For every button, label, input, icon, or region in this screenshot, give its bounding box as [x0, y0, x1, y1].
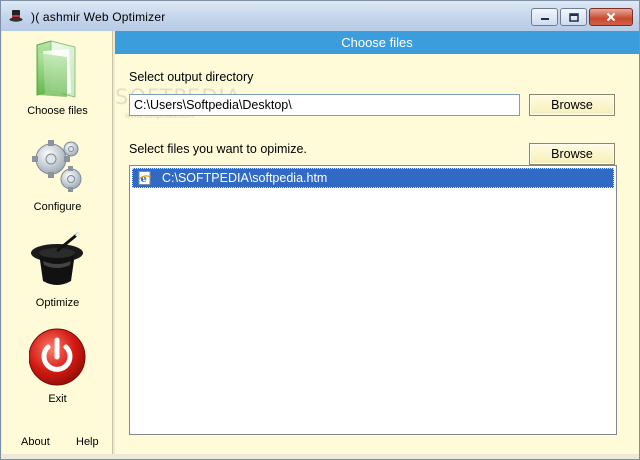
- list-item[interactable]: e C:\SOFTPEDIA\softpedia.htm: [132, 168, 614, 188]
- sidebar-item-optimize[interactable]: Optimize: [2, 227, 113, 319]
- minimize-button[interactable]: [531, 8, 558, 26]
- gears-icon: [29, 135, 85, 195]
- sidebar-item-exit[interactable]: Exit: [2, 323, 113, 415]
- output-directory-label: Select output directory: [129, 70, 254, 84]
- close-button[interactable]: [589, 8, 633, 26]
- browse-files-button[interactable]: Browse: [529, 143, 615, 165]
- sidebar-item-choose-files[interactable]: Choose files: [2, 35, 113, 127]
- app-window: )( ashmir Web Optimizer Choose files Con…: [0, 0, 640, 460]
- files-label: Select files you want to opimize.: [129, 142, 307, 156]
- magic-hat-icon: [29, 230, 85, 291]
- main-panel: Choose files SOFTPEDIA www.softpedia.com…: [115, 31, 639, 454]
- about-link[interactable]: About: [21, 436, 50, 448]
- window-title: )( ashmir Web Optimizer: [31, 10, 166, 24]
- help-link[interactable]: Help: [76, 436, 99, 448]
- html-file-icon: e: [138, 171, 152, 185]
- maximize-icon: [568, 12, 579, 22]
- browse-output-button[interactable]: Browse: [529, 94, 615, 116]
- close-icon: [606, 12, 616, 22]
- page-title: Choose files: [115, 31, 639, 54]
- sidebar-item-label: Optimize: [35, 297, 80, 309]
- title-bar[interactable]: )( ashmir Web Optimizer: [1, 1, 639, 31]
- power-icon: [28, 327, 86, 387]
- sidebar-item-label: Choose files: [27, 105, 88, 117]
- output-directory-input[interactable]: [129, 94, 520, 116]
- sidebar-item-configure[interactable]: Configure: [2, 131, 113, 223]
- sidebar: Choose files Configure Optimize Exit Abo…: [2, 31, 113, 454]
- sidebar-item-label: Configure: [33, 201, 82, 213]
- file-list[interactable]: e C:\SOFTPEDIA\softpedia.htm: [129, 165, 617, 435]
- minimize-icon: [540, 18, 549, 20]
- top-hat-icon: [9, 9, 23, 23]
- sidebar-item-label: Exit: [48, 393, 67, 405]
- maximize-button[interactable]: [560, 8, 587, 26]
- file-path: C:\SOFTPEDIA\softpedia.htm: [162, 171, 328, 185]
- folder-icon: [29, 39, 85, 99]
